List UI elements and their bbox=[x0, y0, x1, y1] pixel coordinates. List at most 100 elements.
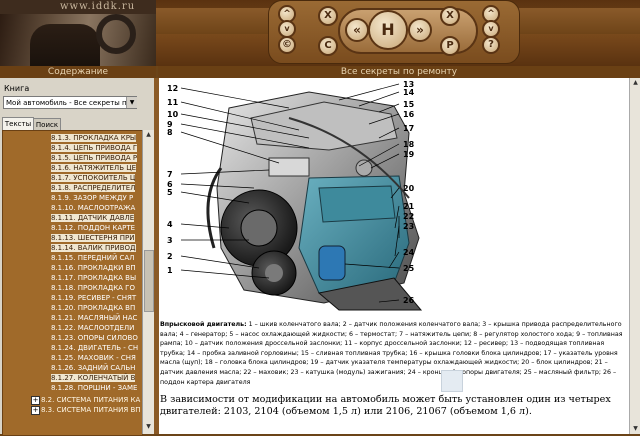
caption-title: Впрысковой двигатель: bbox=[160, 321, 247, 328]
tree-item-label: 8.1.15. ПЕРЕДНИЙ САЛ bbox=[51, 254, 135, 262]
callout-label: 18 bbox=[403, 140, 415, 149]
tree-item[interactable]: 8.1.10. МАСЛООТРАЖА bbox=[51, 203, 135, 213]
tree-item[interactable]: 8.1.20. ПРОКЛАДКА ВП bbox=[51, 303, 135, 313]
tree-item[interactable]: 8.1.19. РЕСИВЕР - СНЯТ bbox=[51, 293, 136, 303]
tree-item-label: 8.1.3. ПРОКЛАДКА КРЫ bbox=[51, 134, 137, 142]
figure-caption: Впрысковой двигатель: 1 – шкив коленчато… bbox=[160, 320, 626, 387]
callout-label: 8 bbox=[167, 128, 173, 137]
callout-label: 19 bbox=[403, 150, 415, 159]
tab-texts[interactable]: Тексты bbox=[2, 117, 34, 131]
contents-tree: 8.1.3. ПРОКЛАДКА КРЫ 8.1.4. ЦЕПЬ ПРИВОДА … bbox=[2, 130, 143, 436]
tree-section-label: 8.3. СИСТЕМА ПИТАНИЯ ВП bbox=[41, 406, 141, 414]
chevron-down-icon[interactable]: ▼ bbox=[126, 97, 137, 108]
home-button[interactable]: H bbox=[368, 10, 408, 50]
tree-scrollbar[interactable]: ▲ ▼ bbox=[142, 130, 154, 434]
tree-item-label: 8.1.21. МАСЛЯНЫЙ НАС bbox=[51, 314, 138, 322]
contents-panel-title: Содержание bbox=[0, 66, 156, 78]
tree-item-label: 8.1.6. НАТЯЖИТЕЛЬ ЦЕ bbox=[51, 164, 137, 172]
help-button[interactable]: ? bbox=[482, 36, 500, 54]
tree-item[interactable]: 8.1.12. ПОДДОН КАРТЕ bbox=[51, 223, 135, 233]
bookmark-tab bbox=[441, 370, 463, 392]
content-panel-title: Все секреты по ремонту bbox=[158, 66, 640, 78]
app-header: www.iddk.ru ^ v © X C « H » X P ^ v ? bbox=[0, 0, 640, 66]
caption-text: 1 – шкив коленчатого вала; 2 – датчик по… bbox=[160, 321, 623, 386]
tree-item[interactable]: 8.1.4. ЦЕПЬ ПРИВОДА Г bbox=[51, 143, 138, 153]
tree-item[interactable]: 8.1.28. ПОРШНИ - ЗАМЕ bbox=[51, 383, 137, 393]
tree-item[interactable]: 8.1.8. РАСПРЕДЕЛИТЕЛ bbox=[51, 183, 136, 193]
tree-section-label: 8.2. СИСТЕМА ПИТАНИЯ КА bbox=[41, 396, 141, 404]
callout-label: 25 bbox=[403, 264, 415, 273]
tree-item[interactable]: 8.1.7. УСПОКОИТЕЛЬ Ц bbox=[51, 173, 136, 183]
callout-label: 11 bbox=[167, 98, 179, 107]
tree-item[interactable]: 8.1.16. ПРОКЛАДКИ ВП bbox=[51, 263, 136, 273]
tree-item[interactable]: 8.1.22. МАСЛООТДЕЛИ bbox=[51, 323, 134, 333]
tree-item[interactable]: 8.1.3. ПРОКЛАДКА КРЫ bbox=[51, 133, 137, 143]
site-url: www.iddk.ru bbox=[60, 1, 136, 12]
callout-label: 16 bbox=[403, 110, 415, 119]
tree-section[interactable]: 8.2. СИСТЕМА ПИТАНИЯ КА bbox=[41, 395, 140, 405]
tree-item-label: 8.1.25. МАХОВИК - СНЯ bbox=[51, 354, 136, 362]
tree-item-label: 8.1.9. ЗАЗОР МЕЖДУ Р bbox=[51, 194, 134, 202]
book-select[interactable]: Мой автомобиль - Все секреты по ре bbox=[3, 96, 137, 109]
tree-item-label: 8.1.4. ЦЕПЬ ПРИВОДА Г bbox=[51, 144, 138, 152]
tree-item-label: 8.1.20. ПРОКЛАДКА ВП bbox=[51, 304, 136, 312]
tree-section[interactable]: 8.3. СИСТЕМА ПИТАНИЯ ВП bbox=[41, 405, 141, 415]
tree-item[interactable]: 8.1.26. ЗАДНИЙ САЛЬН bbox=[51, 363, 135, 373]
tree-item-label: 8.1.17. ПРОКЛАДКА ВЫ bbox=[51, 274, 137, 282]
back-button[interactable]: « bbox=[345, 18, 369, 42]
tree-item[interactable]: 8.1.18. ПРОКЛАДКА ГО bbox=[51, 283, 135, 293]
expand-icon[interactable]: + bbox=[31, 406, 40, 415]
callout-label: 21 bbox=[403, 202, 415, 211]
tree-item-label: 8.1.16. ПРОКЛАДКИ ВП bbox=[51, 264, 136, 272]
callouts-right: 1314151617181920212223242526 bbox=[403, 80, 415, 305]
tree-item-label: 8.1.7. УСПОКОИТЕЛЬ Ц bbox=[51, 174, 136, 182]
engine-illustration: 121110987654321 131415161718192021222324… bbox=[167, 80, 423, 311]
copyright-button[interactable]: © bbox=[278, 36, 296, 54]
tree-item-label: 8.1.18. ПРОКЛАДКА ГО bbox=[51, 284, 135, 292]
tree-item-label: 8.1.13. ШЕСТЕРНЯ ПРИ bbox=[51, 234, 135, 242]
callout-label: 1 bbox=[167, 266, 173, 275]
callout-label: 23 bbox=[403, 222, 414, 231]
callout-label: 12 bbox=[167, 84, 178, 93]
callout-label: 17 bbox=[403, 124, 414, 133]
tree-item[interactable]: 8.1.5. ЦЕПЬ ПРИВОДА Р bbox=[51, 153, 138, 163]
tree-item[interactable]: 8.1.21. МАСЛЯНЫЙ НАС bbox=[51, 313, 137, 323]
tree-item-label: 8.1.8. РАСПРЕДЕЛИТЕЛ bbox=[51, 184, 136, 192]
tree-item-label: 8.1.22. МАСЛООТДЕЛИ bbox=[51, 324, 135, 332]
tree-item[interactable]: 8.1.24. ДВИГАТЕЛЬ - СН bbox=[51, 343, 138, 353]
callout-label: 24 bbox=[403, 248, 415, 257]
book-label: Книга bbox=[4, 84, 30, 93]
tree-item[interactable]: 8.1.27. КОЛЕНЧАТЫЙ В bbox=[51, 373, 136, 383]
tree-item[interactable]: 8.1.23. ОПОРЫ СИЛОВО bbox=[51, 333, 138, 343]
print-button[interactable]: P bbox=[440, 36, 460, 56]
content-scrollbar[interactable]: ▲ ▼ bbox=[629, 78, 640, 434]
tree-item[interactable]: 8.1.13. ШЕСТЕРНЯ ПРИ bbox=[51, 233, 135, 243]
callout-label: 10 bbox=[167, 110, 179, 119]
tree-item[interactable]: 8.1.6. НАТЯЖИТЕЛЬ ЦЕ bbox=[51, 163, 137, 173]
tree-item-label: 8.1.23. ОПОРЫ СИЛОВО bbox=[51, 334, 138, 342]
tree-item-label: 8.1.27. КОЛЕНЧАТЫЙ В bbox=[51, 374, 136, 382]
tree-item[interactable]: 8.1.17. ПРОКЛАДКА ВЫ bbox=[51, 273, 136, 283]
body-text: В зависимости от модификации на автомоби… bbox=[160, 394, 611, 417]
callouts-left: 121110987654321 bbox=[167, 84, 179, 275]
info-button[interactable]: C bbox=[318, 36, 338, 56]
content-area: 12 11 10 9 8 7 6 5 4 3 2 1 13 14 15 16 17 18 19 20 21 22 23 24… bbox=[159, 78, 629, 434]
callout-label: 15 bbox=[403, 100, 415, 109]
forward-button[interactable]: » bbox=[408, 18, 432, 42]
tree-item[interactable]: 8.1.9. ЗАЗОР МЕЖДУ Р bbox=[51, 193, 133, 203]
tree-item[interactable]: 8.1.11. ДАТЧИК ДАВЛЕ bbox=[51, 213, 135, 223]
close-right-button[interactable]: X bbox=[440, 6, 460, 26]
tree-item-label: 8.1.5. ЦЕПЬ ПРИВОДА Р bbox=[51, 154, 138, 162]
tree-item[interactable]: 8.1.14. ВАЛИК ПРИВОД bbox=[51, 243, 136, 253]
expand-icon[interactable]: + bbox=[31, 396, 40, 405]
tree-item[interactable]: 8.1.25. МАХОВИК - СНЯ bbox=[51, 353, 136, 363]
callout-label: 26 bbox=[403, 296, 415, 305]
tree-item-label: 8.1.12. ПОДДОН КАРТЕ bbox=[51, 224, 136, 232]
tree-item-label: 8.1.28. ПОРШНИ - ЗАМЕ bbox=[51, 384, 138, 392]
callout-label: 20 bbox=[403, 184, 415, 193]
tree-item[interactable]: 8.1.15. ПЕРЕДНИЙ САЛ bbox=[51, 253, 134, 263]
close-left-button[interactable]: X bbox=[318, 6, 338, 26]
tree-item-label: 8.1.10. МАСЛООТРАЖА bbox=[51, 204, 136, 212]
tree-item-label: 8.1.24. ДВИГАТЕЛЬ - СН bbox=[51, 344, 139, 352]
callout-label: 14 bbox=[403, 88, 415, 97]
